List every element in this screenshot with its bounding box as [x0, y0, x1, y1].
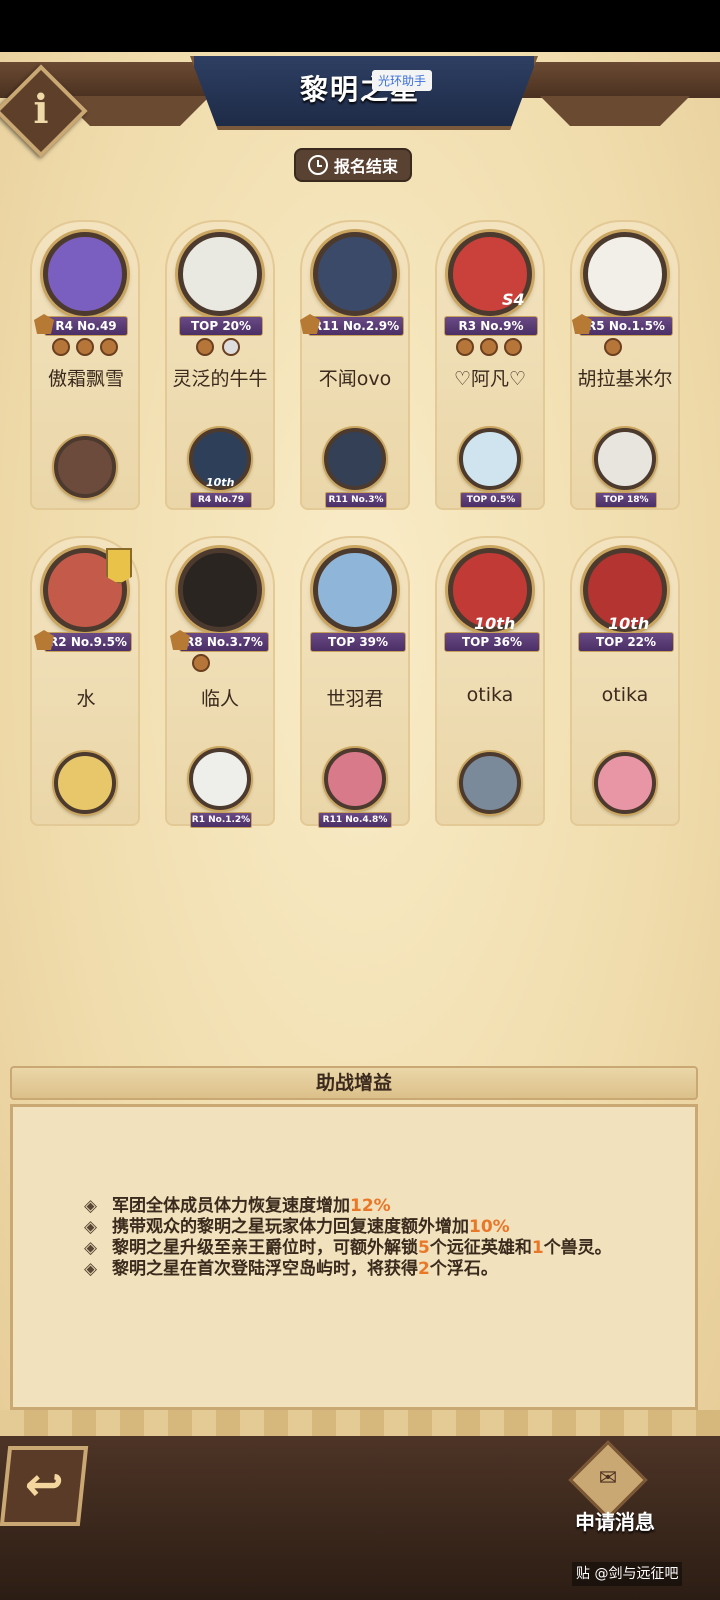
buff-item: ◈ 军团全体成员体力恢复速度增加12%	[84, 1196, 644, 1217]
clock-icon	[307, 155, 328, 175]
medal-icon	[222, 338, 240, 356]
player-name: 傲霜飘雪	[47, 368, 124, 390]
rank-10th-label: 10th	[206, 476, 235, 489]
rank-10th-label: 10th	[474, 614, 516, 633]
banner-flag-icon	[106, 548, 132, 584]
status-label: 报名结束	[333, 157, 398, 176]
buff-text: 军团全体成员体力恢复速度增加12%	[112, 1196, 391, 1216]
spectator-rank-badge: R4 No.79	[190, 492, 252, 508]
player-name: 世羽君	[326, 688, 384, 710]
player-name: otika	[601, 684, 649, 706]
rank-badge: R8 No.3.7%	[179, 632, 269, 652]
player-avatar[interactable]	[583, 232, 667, 316]
watermark-label: 光环助手	[372, 70, 433, 91]
rank-badge: R5 No.1.5%	[579, 316, 673, 336]
registration-status-badge: 报名结束	[294, 148, 412, 182]
buff-list: ◈ 军团全体成员体力恢复速度增加12% ◈ 携带观众的黎明之星玩家体力回复速度额…	[84, 1196, 644, 1280]
player-name: 灵泛的牛牛	[172, 368, 268, 390]
diamond-bullet-icon: ◈	[84, 1196, 98, 1216]
support-bonus-header: 助战增益	[10, 1066, 698, 1100]
buff-text: 携带观众的黎明之星玩家体力回复速度额外增加10%	[112, 1217, 510, 1237]
diamond-bullet-icon: ◈	[84, 1217, 98, 1237]
buff-item: ◈ 黎明之星升级至亲王爵位时，可额外解锁5个远征英雄和1个兽灵。	[84, 1238, 644, 1259]
spectator-rank-badge: R1 No.1.2%	[190, 812, 252, 828]
status-bar	[0, 0, 720, 52]
medal-icon	[504, 338, 522, 356]
rank-badge: TOP 39%	[310, 632, 406, 652]
scalloped-border	[0, 1410, 720, 1436]
medal-icon	[480, 338, 498, 356]
player-name: otika	[466, 684, 514, 706]
buff-text: 黎明之星在首次登陆浮空岛屿时，将获得2个浮石。	[112, 1259, 498, 1279]
player-name: 临人	[200, 688, 239, 710]
spectator-rank-badge: TOP 0.5%	[460, 492, 522, 508]
rank-badge: R3 No.9%	[444, 316, 538, 336]
rank-badge: R4 No.49	[44, 316, 128, 336]
medal-icon	[76, 338, 94, 356]
message-label[interactable]: 申请消息	[560, 1506, 670, 1535]
buff-item: ◈ 黎明之星在首次登陆浮空岛屿时，将获得2个浮石。	[84, 1259, 644, 1280]
spectator-avatar[interactable]	[189, 748, 251, 810]
player-name: 不闻ovo	[318, 368, 392, 390]
envelope-icon[interactable]: ✉	[592, 1466, 624, 1492]
rank-10th-label: 10th	[608, 614, 650, 633]
player-avatar[interactable]	[313, 232, 397, 316]
player-avatar[interactable]	[178, 232, 262, 316]
player-name: ♡阿凡♡	[453, 368, 527, 390]
season-label: S4	[502, 290, 525, 309]
forum-watermark: 贴 @剑与远征吧	[572, 1562, 683, 1586]
buff-item: ◈ 携带观众的黎明之星玩家体力回复速度额外增加10%	[84, 1217, 644, 1238]
spectator-avatar[interactable]	[324, 428, 386, 490]
spectator-avatar[interactable]	[54, 752, 116, 814]
spectator-avatar[interactable]	[459, 428, 521, 490]
medal-icon	[196, 338, 214, 356]
diamond-bullet-icon: ◈	[84, 1238, 98, 1258]
player-name: 水	[76, 688, 96, 710]
info-icon[interactable]: i	[8, 82, 74, 138]
spectator-avatar[interactable]	[459, 752, 521, 814]
spectator-avatar[interactable]	[594, 428, 656, 490]
player-avatar[interactable]	[313, 548, 397, 632]
player-name: 胡拉基米尔	[577, 368, 673, 390]
page-title: 黎明之星	[299, 73, 420, 106]
rank-badge: R2 No.9.5%	[44, 632, 132, 652]
rank-badge: TOP 20%	[179, 316, 263, 336]
medal-icon	[192, 654, 210, 672]
spectator-avatar[interactable]	[594, 752, 656, 814]
spectator-rank-badge: TOP 18%	[595, 492, 657, 508]
medal-icon	[456, 338, 474, 356]
rank-badge: TOP 22%	[578, 632, 674, 652]
rank-badge: R11 No.2.9%	[308, 316, 404, 336]
spectator-rank-badge: R11 No.3%	[325, 492, 387, 508]
player-avatar[interactable]	[178, 548, 262, 632]
medal-icon	[604, 338, 622, 356]
spectator-rank-badge: R11 No.4.8%	[318, 812, 392, 828]
rank-badge: TOP 36%	[444, 632, 540, 652]
player-avatar[interactable]	[43, 232, 127, 316]
medal-icon	[52, 338, 70, 356]
diamond-bullet-icon: ◈	[84, 1259, 98, 1279]
spectator-avatar[interactable]	[54, 436, 116, 498]
back-button[interactable]: ↩	[0, 1446, 89, 1526]
medal-icon	[100, 338, 118, 356]
spectator-avatar[interactable]	[324, 748, 386, 810]
buff-text: 黎明之星升级至亲王爵位时，可额外解锁5个远征英雄和1个兽灵。	[112, 1238, 612, 1258]
